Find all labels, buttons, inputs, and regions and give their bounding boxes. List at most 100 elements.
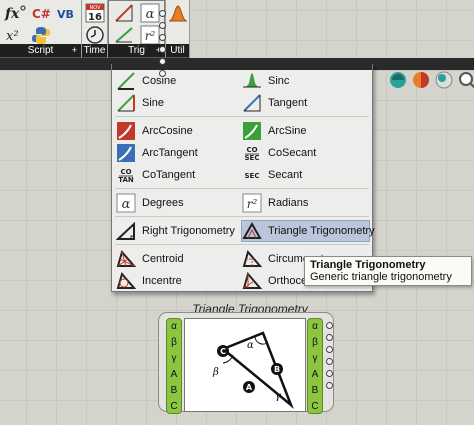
component-preview: α β γ C B A [184,318,306,412]
menu-item-cotangent[interactable]: CO TAN CoTangent [116,164,240,186]
input-params: α β γ A B C [166,318,182,414]
input-param-beta[interactable]: β [167,335,181,351]
output-grip[interactable] [326,322,333,329]
menu-tooltip: Triangle Trigonometry Generic triangle t… [304,256,472,286]
menu-item-label: Secant [268,169,303,181]
input-grip[interactable] [159,22,166,29]
menu-item-label: ArcCosine [142,125,193,137]
svg-text:α: α [122,197,131,212]
toolbar-group-label-script[interactable]: Script [0,44,81,57]
sine-toolbar-icon[interactable] [113,25,135,45]
calendar-icon[interactable]: NOV 16 [84,3,106,23]
radians-toolbar-icon[interactable]: r² [139,25,161,45]
menu-item-radians[interactable]: r² Radians [242,192,368,214]
fx-icon[interactable]: fx [4,3,26,23]
alpha-degrees-toolbar-icon[interactable]: α [139,3,161,23]
menu-item-incentre[interactable]: Incentre [116,270,240,292]
svg-text:SEC: SEC [245,154,260,162]
output-grip[interactable] [326,346,333,353]
tooltip-title: Triangle Trigonometry [310,259,426,271]
expand-plus-script[interactable]: + [72,44,77,57]
preview-shaded-icon[interactable] [388,70,408,90]
expression-x2-icon[interactable]: x² [4,25,26,45]
menu-item-right-trigonometry[interactable]: Right Trigonometry [116,220,240,242]
input-grips[interactable] [159,6,167,102]
input-grip[interactable] [159,70,166,77]
preview-wire-icon[interactable] [411,70,431,90]
menu-item-arctangent[interactable]: ArcTangent [116,142,240,164]
menu-item-label: Incentre [142,275,182,287]
toolbar-group-label-time[interactable]: Time [82,44,107,57]
tooltip-description: Generic triangle trigonometry [310,271,452,283]
csharp-icon[interactable]: C# [30,3,52,23]
menu-item-label: CoTangent [142,169,196,181]
output-params: α β γ A B C [307,318,323,414]
sine-icon [116,93,136,113]
toolbar-group-util: Util [166,0,190,58]
menu-item-degrees[interactable]: α Degrees [116,192,240,214]
output-grip[interactable] [326,382,333,389]
tangent-toolbar-icon[interactable] [113,3,135,23]
menu-item-sine[interactable]: Sine [116,92,240,114]
svg-text:SEC: SEC [245,172,260,180]
vertex-a-label: A [246,383,253,392]
output-param-c[interactable]: C [308,399,322,415]
output-grips[interactable] [326,318,334,414]
input-grip[interactable] [159,46,166,53]
output-grip[interactable] [326,358,333,365]
clock-icon[interactable] [84,25,106,45]
vb-glyph: VB [57,8,74,21]
incentre-icon [116,271,136,291]
input-param-alpha[interactable]: α [167,319,181,335]
menu-item-label: Radians [268,197,309,209]
menu-item-label: Tangent [268,97,308,109]
input-grip[interactable] [159,10,166,17]
menu-item-label: ArcSine [268,125,307,137]
toolbar-group-label-util[interactable]: Util [166,44,189,57]
output-param-gamma[interactable]: γ [308,351,322,367]
right-trig-icon [116,221,136,241]
menu-item-cosine[interactable]: Cosine [116,70,240,92]
menu-item-label: ArcTangent [142,147,198,159]
calendar-month: NOV [89,5,101,11]
menu-item-arccosine[interactable]: ArcCosine [116,120,240,142]
angle-gamma-label: γ [275,391,281,402]
output-grip[interactable] [326,370,333,377]
menu-item-triangle-trigonometry[interactable]: Triangle Trigonometry [241,220,375,242]
circumcentre-icon [242,249,262,269]
menu-item-label: Sinc [268,75,290,87]
menu-item-secant[interactable]: SEC Secant [242,164,368,186]
output-param-b[interactable]: B [308,383,322,399]
gaussian-curve-icon[interactable] [167,3,189,23]
input-param-b[interactable]: B [167,383,181,399]
python-icon[interactable] [30,25,52,45]
menu-item-label: CoSecant [268,147,317,159]
input-param-gamma[interactable]: γ [167,351,181,367]
menu-item-tangent[interactable]: Tangent [242,92,368,114]
menu-item-centroid[interactable]: Centroid [116,248,240,270]
preview-selected-icon[interactable] [434,70,454,90]
vertex-b-label: B [274,365,280,374]
vb-icon[interactable]: VB [56,3,78,23]
input-param-c[interactable]: C [167,399,181,415]
svg-text:α: α [146,7,155,22]
output-grip[interactable] [326,334,333,341]
input-grip[interactable] [159,58,166,65]
output-param-beta[interactable]: β [308,335,322,351]
menu-item-arcsine[interactable]: ArcSine [242,120,368,142]
angle-alpha-label: α [247,340,254,351]
menu-item-label: Centroid [142,253,184,265]
menu-item-sinc[interactable]: Sinc [242,70,368,92]
zoom-canvas-icon[interactable] [457,70,474,90]
menu-separator [115,188,369,189]
cosine-icon [116,71,136,91]
input-grip[interactable] [159,34,166,41]
secant-icon: SEC [242,165,262,185]
output-param-alpha[interactable]: α [308,319,322,335]
degrees-icon: α [116,193,136,213]
menu-separator [115,244,369,245]
orthocentre-icon [242,271,262,291]
output-param-a[interactable]: A [308,367,322,383]
input-param-a[interactable]: A [167,367,181,383]
menu-item-cosecant[interactable]: CO SEC CoSecant [242,142,368,164]
